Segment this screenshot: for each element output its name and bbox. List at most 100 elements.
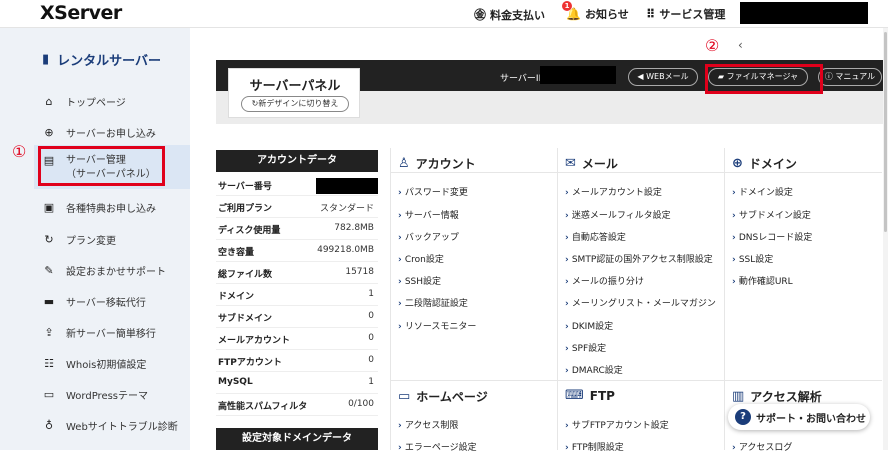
link-cron[interactable]: Cron設定 — [398, 252, 444, 265]
annotation-two: ② — [705, 36, 720, 55]
row-divider — [390, 172, 882, 173]
panel-title-card: サーバーパネル ↻新デザインに切り替え — [228, 68, 360, 118]
panel-title: サーバーパネル — [249, 79, 341, 94]
sidebar-item-easy-migrate[interactable]: ⇪ 新サーバー簡単移行 — [42, 325, 156, 340]
sidebar-item-server-manage[interactable]: ▤ サーバー管理 （サーバーパネル） — [42, 154, 156, 182]
envelope-icon: ✉ — [565, 156, 576, 171]
sidebar: ▮ レンタルサーバー ⌂ トップページ ⊕ サーバーお申し込み ▤ サーバー管理 （サーバ… — [0, 28, 190, 450]
link-dmarc[interactable]: DMARC設定 — [565, 363, 623, 376]
section-homepage: ▭ ホームページ — [398, 389, 488, 404]
link-access-log[interactable]: アクセスログ — [732, 440, 793, 453]
sidebar-title: ▮ レンタルサーバー — [42, 52, 162, 69]
link-error-page[interactable]: エラーページ設定 — [398, 440, 477, 453]
link-ssl[interactable]: SSL設定 — [732, 252, 773, 265]
section-analytics: ▥ アクセス解析 — [732, 389, 822, 404]
service-link[interactable]: ⠿ サービス管理 — [646, 6, 725, 22]
link-mail-sort[interactable]: メールの振り分け — [565, 274, 644, 287]
computer-icon: ⌨ — [565, 388, 584, 403]
redesign-toggle-button[interactable]: ↻新デザインに切り替え — [241, 96, 349, 112]
link-mailing-list[interactable]: メーリングリスト・メールマガジン — [565, 296, 716, 309]
gift-icon: ▣ — [43, 201, 55, 214]
sidebar-item-plan[interactable]: ↻ プラン変更 — [42, 232, 116, 247]
sidebar-item-support-setup[interactable]: ✎ 設定おまかせサポート — [42, 263, 166, 278]
link-2fa[interactable]: 二段階認証設定 — [398, 296, 468, 309]
monitor-icon: ▭ — [398, 389, 411, 404]
bell-icon: 🔔 1 — [562, 1, 581, 21]
row-divider — [390, 380, 882, 381]
link-access-restrict[interactable]: アクセス制限 — [398, 418, 459, 431]
account-row: メールアカウント 0 — [216, 328, 378, 350]
xserver-logo[interactable]: XServer — [40, 2, 122, 24]
link-spam-filter[interactable]: 迷惑メールフィルタ設定 — [565, 208, 671, 221]
column-divider — [557, 148, 558, 450]
section-ftp: ⌨ FTP — [565, 388, 615, 403]
link-test-url[interactable]: 動作確認URL — [732, 274, 793, 287]
notice-badge: 1 — [562, 1, 572, 11]
send-icon: ◀ — [637, 72, 647, 81]
file-manager-button[interactable]: ▰ ファイルマネージャ — [708, 68, 808, 86]
support-contact-button[interactable]: ? サポート・お問い合わせ — [728, 404, 870, 430]
wrench-icon: ✎ — [44, 264, 54, 277]
annotation-one: ① — [12, 142, 27, 161]
back-chevron-icon[interactable]: ‹ — [738, 38, 743, 52]
link-subdomain[interactable]: サブドメイン設定 — [732, 208, 811, 221]
help-icon: ⓘ — [824, 72, 836, 81]
link-domain-setting[interactable]: ドメイン設定 — [732, 185, 793, 198]
account-row: ドメイン 1 — [216, 284, 378, 306]
link-ftp-restrict[interactable]: FTP制限設定 — [565, 440, 624, 453]
bar-chart-icon: ▥ — [732, 389, 745, 404]
question-icon: ? — [735, 409, 751, 425]
yen-icon: ㊎ — [474, 8, 487, 22]
sidebar-item-top[interactable]: ⌂ トップページ — [42, 94, 126, 109]
link-server-info[interactable]: サーバー情報 — [398, 208, 459, 221]
stethoscope-icon: ♁ — [44, 419, 54, 432]
redacted-server-number — [316, 178, 378, 194]
link-resource-monitor[interactable]: リソースモニター — [398, 319, 477, 332]
sidebar-item-apply[interactable]: ⊕ サーバーお申し込み — [42, 125, 156, 140]
column-divider — [390, 148, 391, 450]
webmail-button[interactable]: ◀ WEBメール — [628, 68, 698, 86]
account-row: MySQL 1 — [216, 372, 378, 394]
link-spf[interactable]: SPF設定 — [565, 341, 606, 354]
sidebar-item-wp-theme[interactable]: ▭ WordPressテーマ — [42, 387, 148, 402]
redacted-user — [740, 2, 868, 24]
link-backup[interactable]: バックアップ — [398, 230, 459, 243]
section-account: ♙ アカウント — [398, 156, 476, 171]
home-icon: ⌂ — [45, 95, 53, 108]
sidebar-item-migration[interactable]: ▬ サーバー移転代行 — [42, 294, 146, 309]
link-dkim[interactable]: DKIM設定 — [565, 319, 613, 332]
refresh-icon: ↻ — [44, 233, 54, 246]
grid-icon: ⠿ — [646, 7, 656, 21]
account-row: ディスク使用量 782.8MB — [216, 218, 378, 240]
section-domain: ⊕ ドメイン — [732, 156, 797, 171]
server-icon: ▤ — [43, 154, 55, 167]
folder-icon: ▰ — [717, 72, 727, 81]
account-row: FTPアカウント 0 — [216, 350, 378, 372]
account-row: 高性能スパムフィルタ 0/100 — [216, 394, 378, 416]
billing-link[interactable]: ㊎料金支払い — [474, 6, 545, 23]
scrollbar-thumb[interactable] — [884, 32, 887, 232]
truck-icon: ▬ — [43, 295, 55, 308]
sidebar-item-whois[interactable]: ☷ Whois初期値設定 — [42, 356, 146, 371]
notices-link[interactable]: 🔔 1 お知らせ — [562, 1, 629, 22]
link-mail-account[interactable]: メールアカウント設定 — [565, 185, 662, 198]
server-id-label: サーバーID — [500, 74, 546, 84]
link-sub-ftp[interactable]: サブFTPアカウント設定 — [565, 418, 669, 431]
window-icon: ▭ — [43, 388, 55, 401]
sidebar-item-troubleshoot[interactable]: ♁ Webサイトトラブル診断 — [42, 418, 178, 433]
link-smtp-restrict[interactable]: SMTP認証の国外アクセス制限設定 — [565, 252, 713, 265]
link-ssh[interactable]: SSH設定 — [398, 274, 441, 287]
account-row: ご利用プラン スタンダード — [216, 196, 378, 218]
link-autoreply[interactable]: 自動応答設定 — [565, 230, 626, 243]
link-dns[interactable]: DNSレコード設定 — [732, 230, 812, 243]
top-bar: XServer ㊎料金支払い 🔔 1 お知らせ ⠿ サービス管理 — [0, 0, 888, 28]
account-row: 総ファイル数 15718 — [216, 262, 378, 284]
sidebar-item-benefits[interactable]: ▣ 各種特典お申し込み — [42, 200, 156, 215]
scrollbar[interactable] — [883, 28, 888, 450]
manual-button[interactable]: ⓘ マニュアル — [818, 68, 882, 86]
account-data-header: アカウントデータ — [216, 150, 378, 172]
redacted-server-id — [540, 66, 616, 84]
column-divider — [724, 148, 725, 450]
link-password[interactable]: パスワード変更 — [398, 185, 468, 198]
account-row: 空き容量 499218.0MB — [216, 240, 378, 262]
